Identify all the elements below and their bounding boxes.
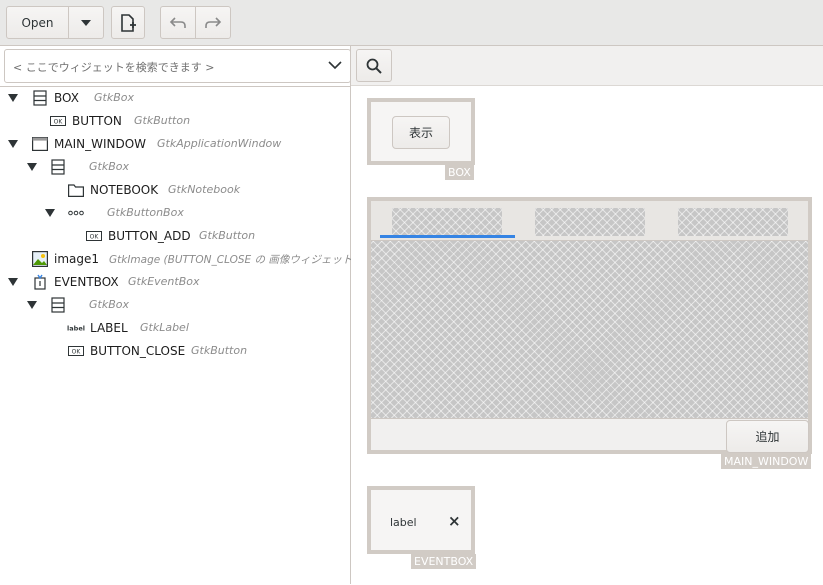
search-icon	[366, 58, 382, 74]
search-button[interactable]	[356, 49, 392, 82]
tree-item-type: GtkBox	[89, 298, 129, 311]
tree-item-name: BUTTON_ADD	[108, 229, 191, 243]
box-icon	[50, 159, 66, 175]
box-icon	[32, 90, 48, 106]
chevron-down-icon	[81, 19, 91, 26]
tree-row-notebook[interactable]: NOTEBOOK GtkNotebook	[0, 179, 351, 202]
tree-item-type: GtkEventBox	[128, 275, 200, 288]
header-bar: Open	[0, 0, 823, 46]
button-icon: OK	[86, 228, 102, 244]
tree-row-box[interactable]: BOX GtkBox	[0, 87, 351, 110]
tree-item-name: MAIN_WINDOW	[54, 137, 147, 151]
tree-item-name: BOX	[54, 91, 79, 105]
notebook-tab-3[interactable]	[678, 208, 788, 236]
eventbox-preview[interactable]: label ×	[367, 486, 475, 554]
tree-item-type: GtkButton	[199, 229, 256, 242]
open-menu-button[interactable]	[68, 6, 104, 39]
tree-row-button-add[interactable]: OK BUTTON_ADD GtkButton	[0, 225, 351, 248]
tree-item-type: GtkBox	[89, 160, 129, 173]
widget-tree: BOX GtkBox OK BUTTON GtkButton MAIN_WIND…	[0, 86, 356, 585]
notebook-page	[371, 241, 808, 419]
tree-row-image1[interactable]: image1 GtkImage (BUTTON_CLOSE の 画像ウィジェット…	[0, 248, 356, 271]
tree-row-eventbox-inner-box[interactable]: GtkBox	[0, 294, 351, 317]
tree-item-type: GtkButtonBox	[107, 206, 184, 219]
notebook-tab-bar	[371, 201, 808, 241]
undo-icon	[169, 16, 186, 28]
chevron-down-icon[interactable]	[328, 60, 342, 70]
widget-tree-panel: < ここでウィジェットを検索できます > BOX GtkBox OK BUTTO…	[0, 46, 356, 585]
widget-search-combo[interactable]: < ここでウィジェットを検索できます >	[4, 49, 351, 83]
expander-arrow-icon[interactable]	[27, 163, 37, 171]
label-icon: label	[66, 320, 86, 336]
tree-item-type: GtkLabel	[140, 321, 189, 334]
tree-item-name: image1	[54, 252, 100, 266]
box-tag: BOX	[445, 165, 474, 180]
redo-button[interactable]	[195, 6, 231, 39]
active-tab-indicator	[380, 235, 515, 238]
open-button[interactable]: Open	[6, 6, 69, 39]
redo-icon	[205, 16, 222, 28]
svg-text:OK: OK	[90, 234, 100, 241]
button-icon: OK	[68, 343, 84, 359]
tree-row-main-window[interactable]: MAIN_WINDOW GtkApplicationWindow	[0, 133, 351, 156]
svg-text:OK: OK	[72, 349, 82, 356]
tree-item-type: GtkButton	[134, 114, 191, 127]
add-button[interactable]: 追加	[726, 420, 809, 453]
notebook-tab-1[interactable]	[392, 208, 502, 236]
box-icon	[50, 297, 66, 313]
tree-item-type: GtkBox	[94, 91, 134, 104]
notebook-tab-2[interactable]	[535, 208, 645, 236]
expander-arrow-icon[interactable]	[8, 278, 18, 286]
buttonbox-icon	[68, 205, 84, 221]
close-icon[interactable]: ×	[448, 512, 461, 530]
notebook-icon	[68, 182, 84, 198]
tree-item-name: BUTTON_CLOSE	[90, 344, 186, 358]
tree-row-button-close[interactable]: OK BUTTON_CLOSE GtkButton	[0, 340, 351, 363]
svg-text:OK: OK	[54, 119, 64, 126]
expander-arrow-icon[interactable]	[45, 209, 55, 217]
widget-search-placeholder: < ここでウィジェットを検索できます >	[13, 61, 215, 74]
tree-item-type: GtkImage (BUTTON_CLOSE の 画像ウィジェット)	[109, 254, 357, 266]
tree-item-type: GtkNotebook	[168, 183, 241, 196]
new-file-button[interactable]	[111, 6, 145, 39]
tree-row-button[interactable]: OK BUTTON GtkButton	[0, 110, 351, 133]
image-icon	[32, 251, 48, 267]
expander-arrow-icon[interactable]	[8, 140, 18, 148]
undo-button[interactable]	[160, 6, 196, 39]
design-canvas: 表示 BOX 追加 MAIN_WINDOW label × EVENTBOX	[351, 86, 823, 584]
show-button[interactable]: 表示	[392, 116, 450, 149]
main-window-tag: MAIN_WINDOW	[721, 454, 812, 469]
label-widget: label	[390, 516, 417, 529]
eventbox-tag: EVENTBOX	[411, 554, 477, 569]
tree-item-name: NOTEBOOK	[90, 183, 159, 197]
tree-item-name: EVENTBOX	[54, 275, 119, 289]
tree-row-inner-box[interactable]: GtkBox	[0, 156, 351, 179]
show-button-label: 表示	[408, 126, 433, 140]
new-document-icon	[121, 13, 136, 32]
main-window-preview[interactable]: 追加	[367, 197, 812, 454]
tree-item-type: GtkApplicationWindow	[157, 137, 282, 150]
tree-row-buttonbox[interactable]: GtkButtonBox	[0, 202, 351, 225]
svg-text:label: label	[67, 325, 85, 333]
box-preview[interactable]: 表示	[367, 98, 475, 165]
tree-item-name: LABEL	[90, 321, 128, 335]
expander-arrow-icon[interactable]	[8, 94, 18, 102]
tree-item-name: BUTTON	[72, 114, 122, 128]
button-icon: OK	[50, 113, 66, 129]
expander-arrow-icon[interactable]	[27, 301, 37, 309]
tree-row-label[interactable]: label LABEL GtkLabel	[0, 317, 351, 340]
eventbox-icon	[32, 274, 48, 290]
add-button-label: 追加	[755, 430, 780, 444]
canvas-toolbar	[351, 46, 823, 86]
window-icon	[32, 136, 48, 152]
open-button-label: Open	[21, 15, 54, 30]
tree-row-eventbox[interactable]: EVENTBOX GtkEventBox	[0, 271, 351, 294]
tree-item-type: GtkButton	[191, 344, 248, 357]
